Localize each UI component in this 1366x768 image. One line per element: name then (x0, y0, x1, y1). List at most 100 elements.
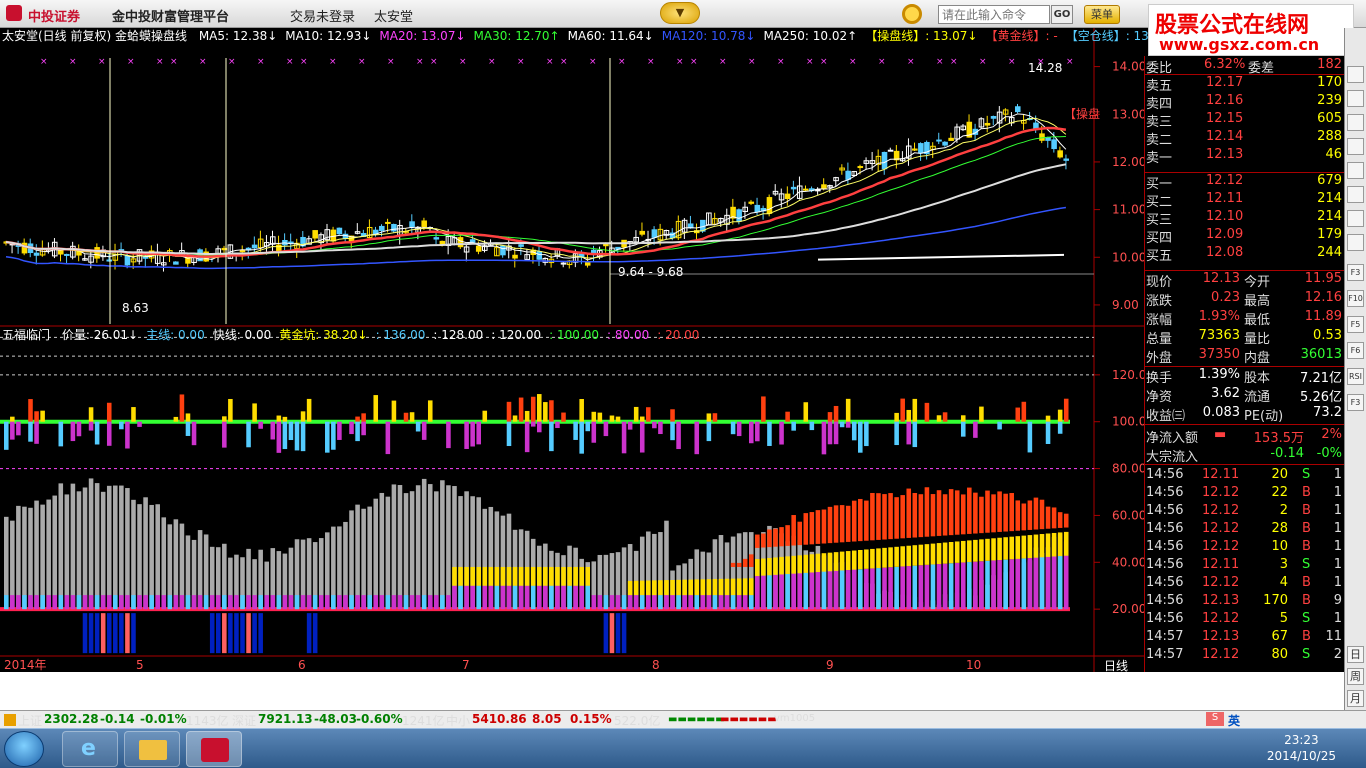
signal-mark: × (156, 57, 164, 67)
side-tool-button[interactable]: F5 (1347, 316, 1364, 333)
period-label[interactable]: 日线 (1104, 659, 1128, 673)
side-tool-icon[interactable] (1347, 234, 1364, 251)
stat-value: 11.89 (1304, 309, 1342, 324)
tick-row[interactable]: 14:56 12.11 20 S 1 (1144, 466, 1344, 484)
tick-row[interactable]: 14:56 12.12 5 S 1 (1144, 610, 1344, 628)
indicator-bar-gray (16, 505, 21, 610)
taskbar-explorer-icon[interactable] (124, 731, 180, 767)
login-status[interactable]: 交易未登录 (290, 6, 355, 25)
side-tool-icon[interactable] (1347, 114, 1364, 131)
side-tool-icon[interactable] (1347, 138, 1364, 155)
indicator-bar-main (900, 566, 905, 610)
indicator-bar-gold (809, 554, 815, 573)
tick-row[interactable]: 14:56 12.12 28 B 1 (1144, 520, 1344, 538)
quote-separator (1144, 464, 1344, 465)
tick-row[interactable]: 14:57 12.13 67 B 11 (1144, 628, 1344, 646)
side-tool-button[interactable]: F10 (1347, 290, 1364, 307)
indicator-bar-up (518, 397, 524, 422)
period-tab[interactable]: 月 (1347, 690, 1364, 707)
sell-row[interactable]: 卖一 12.13 46 (1144, 146, 1344, 166)
side-tool-icon[interactable] (1347, 162, 1364, 179)
indicator-legend-item: : 80.00 (607, 328, 650, 342)
ime-mode[interactable]: 英 (1228, 712, 1240, 729)
side-tool-icon[interactable] (1347, 90, 1364, 107)
menu-button[interactable]: 菜单 (1084, 5, 1120, 24)
indicator-bar-main (942, 563, 948, 610)
price-axis-label: 9.00 (1112, 298, 1139, 312)
signal-bar (234, 613, 239, 654)
indicator-bar-down (706, 421, 712, 442)
sell-row[interactable]: 卖三 12.15 605 (1144, 110, 1344, 130)
side-tool-icon[interactable] (1347, 66, 1364, 83)
side-tool-icon[interactable] (1347, 210, 1364, 227)
buy-row[interactable]: 买三 12.10 214 (1144, 208, 1344, 228)
period-tab[interactable]: 日 (1347, 646, 1364, 663)
sh-index-label[interactable]: 上证 (18, 712, 42, 729)
indicator-bar-red (936, 490, 942, 536)
signal-mark: × (806, 57, 814, 67)
sell-row[interactable]: 卖二 12.14 288 (1144, 128, 1344, 148)
stat-row[interactable]: 总量 73363 量比 0.53 (1144, 327, 1344, 347)
period-tab[interactable]: 周 (1347, 668, 1364, 685)
start-button[interactable] (4, 731, 44, 767)
candle-body (500, 245, 506, 256)
side-tool-button[interactable]: F3 (1347, 264, 1364, 281)
tick-row[interactable]: 14:56 12.12 22 B 1 (1144, 484, 1344, 502)
stat-row[interactable]: 涨幅 1.93% 最低 11.89 (1144, 308, 1344, 328)
candle-body (106, 259, 113, 262)
indicator-bar-down (58, 421, 64, 447)
tick-row[interactable]: 14:56 12.12 4 B 1 (1144, 574, 1344, 592)
buy-volume: 679 (1317, 173, 1342, 188)
signal-bar (258, 613, 263, 654)
stat-row[interactable]: 净资 3.62 流通 5.26亿 (1144, 385, 1344, 405)
indicator-bar-gray (34, 500, 39, 610)
indicator-bar-main (131, 595, 136, 610)
stat-row[interactable]: 外盘 37350 内盘 36013 (1144, 346, 1344, 366)
indicator-bar-main (379, 595, 385, 610)
side-tool-button[interactable]: F6 (1347, 342, 1364, 359)
quote-ratio-row[interactable]: 委比 6.32% 委差 182 (1144, 56, 1344, 76)
buy-row[interactable]: 买五 12.08 244 (1144, 244, 1344, 264)
tick-row[interactable]: 14:56 12.11 3 S 1 (1144, 556, 1344, 574)
netflow-row[interactable]: 净流入额 ▬ 153.5万 2% (1144, 426, 1344, 446)
taskbar-trading-app-icon[interactable] (186, 731, 242, 767)
tick-row[interactable]: 14:56 12.13 170 B 9 (1144, 592, 1344, 610)
tick-row[interactable]: 14:56 12.12 2 B 1 (1144, 502, 1344, 520)
bigflow-value: -0.14 (1270, 446, 1304, 461)
zx-index-label[interactable]: 中小 (446, 712, 470, 729)
buy-row[interactable]: 买一 12.12 679 (1144, 172, 1344, 192)
indicator-bar-main (161, 595, 167, 610)
side-tool-button[interactable]: RSI (1347, 368, 1364, 385)
bigflow-row[interactable]: 大宗流入 -0.14 -0% (1144, 445, 1344, 465)
indicator-bar-main (736, 595, 742, 610)
indicator-bar-gold (785, 556, 790, 575)
indicator-bar-main (482, 585, 488, 610)
candle-body (942, 141, 948, 146)
collapse-button[interactable]: ▼ (660, 2, 700, 24)
kline-chart[interactable]: 14.00 13.00 12.00 11.00 10.00 9.00 120.0 100.0 8… (0, 28, 1144, 672)
ime-logo-icon[interactable]: S (1206, 712, 1224, 726)
stat-value: 73.2 (1313, 405, 1342, 420)
sell-row[interactable]: 卖四 12.16 239 (1144, 92, 1344, 112)
system-clock[interactable]: 23:23 2014/10/25 (1267, 732, 1336, 764)
side-tool-button[interactable]: F3 (1347, 394, 1364, 411)
indicator-bar-gold (851, 550, 857, 570)
buy-row[interactable]: 买二 12.11 214 (1144, 190, 1344, 210)
tick-row[interactable]: 14:56 12.12 10 B 1 (1144, 538, 1344, 556)
stat-row[interactable]: 涨跌 0.23 最高 12.16 (1144, 289, 1344, 309)
stat-row[interactable]: 收益㈢ 0.083 PE(动) 73.2 (1144, 404, 1344, 424)
indicator-bar-up (276, 415, 282, 422)
sz-index-label[interactable]: 深证 (232, 712, 256, 729)
indicator-bar-main (1045, 556, 1051, 610)
go-button[interactable]: GO (1051, 5, 1073, 24)
tick-row[interactable]: 14:57 12.12 80 S 2 (1144, 646, 1344, 664)
side-tool-icon[interactable] (1347, 186, 1364, 203)
stat-row[interactable]: 现价 12.13 今开 11.95 (1144, 270, 1344, 290)
stat-row[interactable]: 换手 1.39% 股本 7.21亿 (1144, 366, 1344, 386)
indicator-bar-main (785, 574, 790, 610)
search-icon[interactable] (902, 4, 922, 24)
command-input[interactable] (938, 5, 1050, 24)
taskbar-ie-icon[interactable]: e (62, 731, 118, 767)
sell-row[interactable]: 卖五 12.17 170 (1144, 74, 1344, 94)
buy-row[interactable]: 买四 12.09 179 (1144, 226, 1344, 246)
